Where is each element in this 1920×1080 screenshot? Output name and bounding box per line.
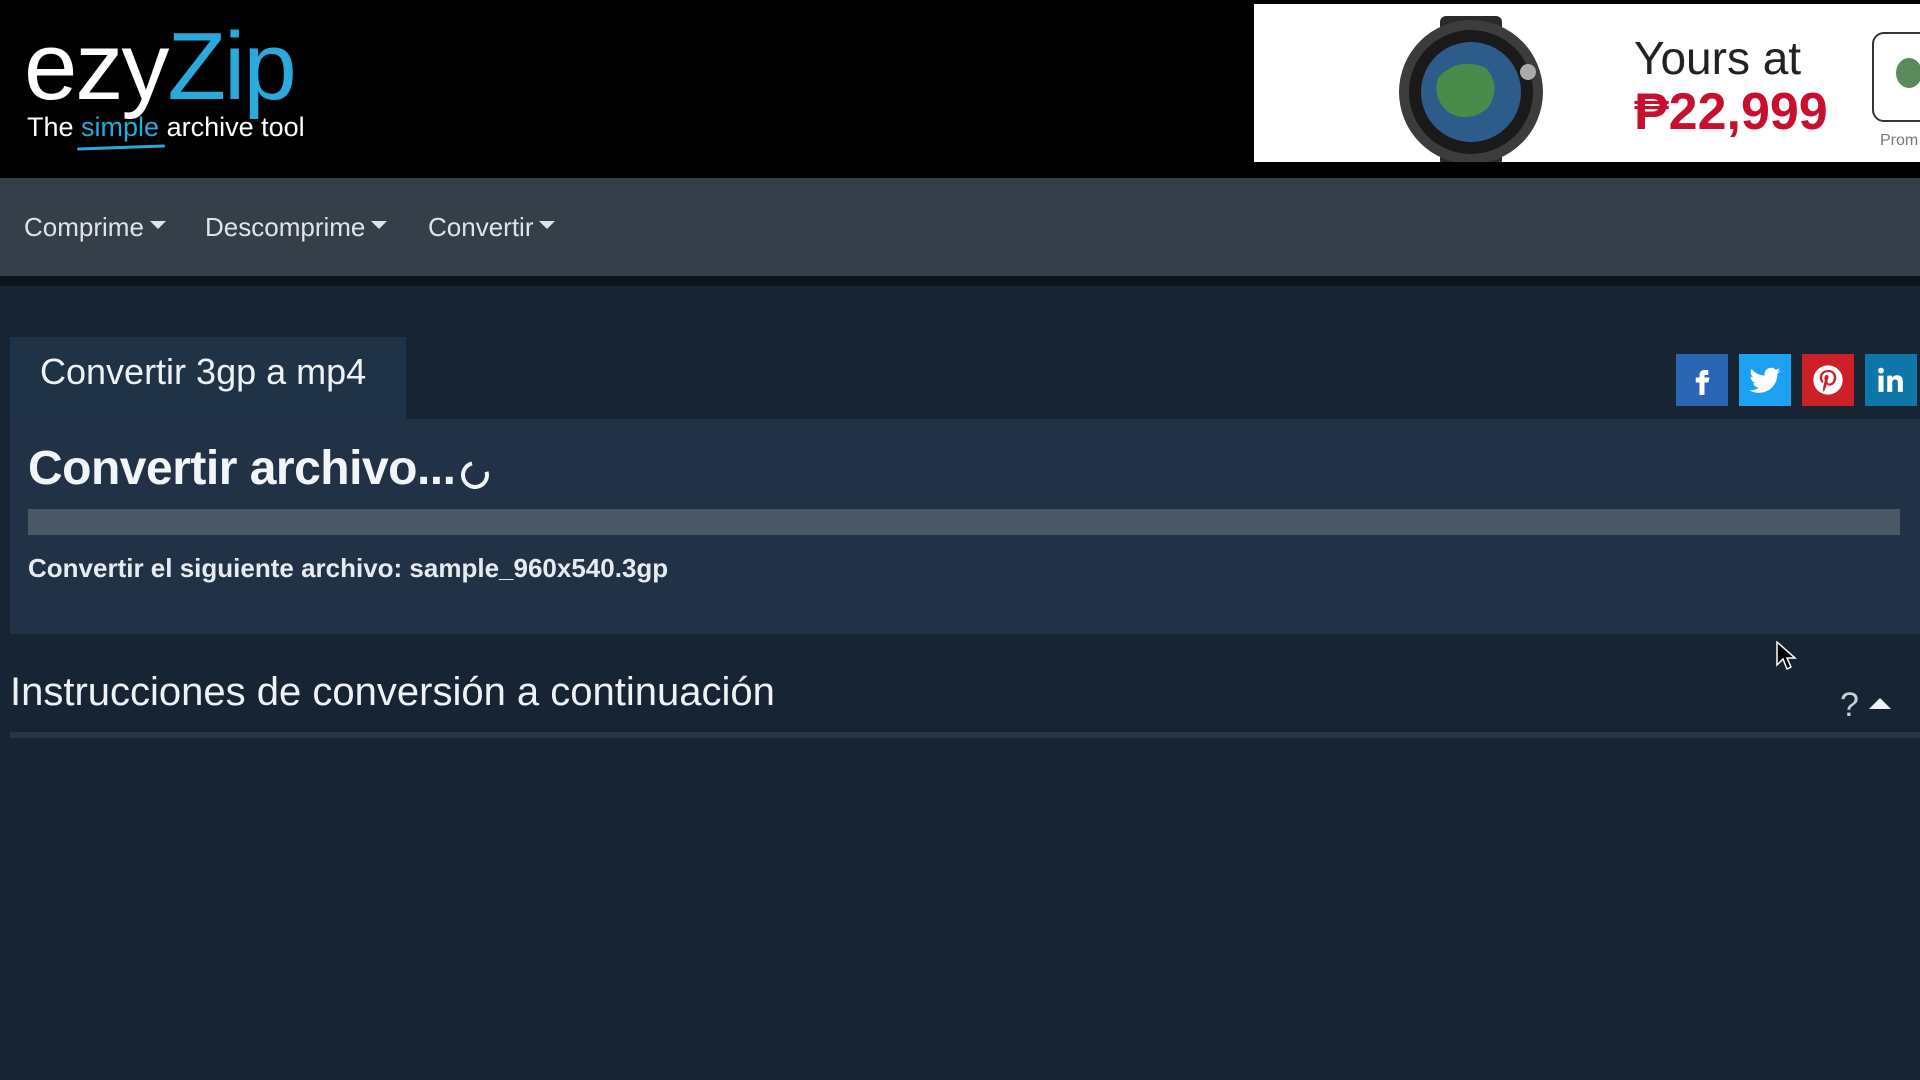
ad-headline: Yours at	[1634, 32, 1802, 84]
nav-item-convertir[interactable]: Convertir	[428, 212, 556, 243]
main-nav: Comprime Descomprime Convertir	[0, 178, 1920, 276]
facebook-share-button[interactable]	[1676, 354, 1728, 406]
nav-item-comprime[interactable]: Comprime	[24, 212, 166, 243]
instructions-toggle[interactable]: ?	[1840, 686, 1891, 725]
pinterest-share-button[interactable]	[1802, 354, 1854, 406]
linkedin-icon	[1878, 367, 1903, 392]
logo-wordmark: ezyZip	[24, 12, 297, 122]
tab-label: Convertir 3gp a mp4	[40, 351, 367, 392]
progress-bar	[28, 509, 1900, 535]
ad-product-thumbnail[interactable]	[1872, 32, 1920, 122]
file-status-text: Convertir el siguiente archivo: sample_9…	[28, 553, 669, 583]
tagline-pre: The	[27, 112, 82, 142]
tagline-highlight: simple	[81, 112, 160, 142]
ezyzip-logo[interactable]: ezyZip The simple archive tool	[24, 12, 324, 152]
tagline-post: archive tool	[159, 112, 305, 142]
instructions-divider	[10, 732, 1920, 738]
ad-promo-label: Prom	[1880, 132, 1919, 149]
linkedin-share-button[interactable]	[1865, 354, 1917, 406]
nav-item-label: Comprime	[24, 212, 144, 242]
nav-item-label: Convertir	[428, 212, 534, 242]
twitter-icon	[1749, 367, 1781, 393]
logo-tagline: The simple archive tool	[27, 112, 305, 143]
nav-divider	[0, 276, 1920, 286]
smartwatch-image	[1399, 16, 1543, 162]
ad-thumbnail-dot	[1896, 58, 1920, 88]
ad-banner[interactable]: Yours at ₱22,999 Prom	[1254, 4, 1920, 162]
ad-price: ₱22,999	[1634, 83, 1828, 141]
conversion-panel: Convertir archivo... Convertir el siguie…	[10, 419, 1920, 634]
facebook-icon	[1695, 370, 1710, 395]
site-header: ezyZip The simple archive tool Yours at …	[0, 0, 1920, 178]
caret-down-icon	[371, 221, 388, 230]
help-icon[interactable]: ?	[1840, 686, 1859, 724]
mouse-cursor-icon	[1776, 641, 1797, 671]
ad-text: Yours at ₱22,999	[1634, 32, 1828, 140]
logo-zip-text: Zip	[167, 13, 296, 120]
loading-spinner-icon	[456, 456, 495, 495]
caret-down-icon	[539, 221, 556, 230]
nav-item-label: Descomprime	[205, 212, 366, 242]
logo-ezy-text: ezy	[24, 13, 169, 120]
instructions-heading: Instrucciones de conversión a continuaci…	[10, 670, 775, 714]
caret-down-icon	[149, 221, 166, 230]
collapse-up-icon[interactable]	[1868, 697, 1891, 709]
nav-item-descomprime[interactable]: Descomprime	[205, 212, 388, 243]
page-title: Convertir archivo...	[28, 441, 495, 496]
pinterest-icon	[1813, 365, 1843, 395]
twitter-share-button[interactable]	[1739, 354, 1791, 406]
panel-title-text: Convertir archivo...	[28, 442, 456, 495]
tab-convert-3gp-mp4[interactable]: Convertir 3gp a mp4	[10, 337, 406, 419]
